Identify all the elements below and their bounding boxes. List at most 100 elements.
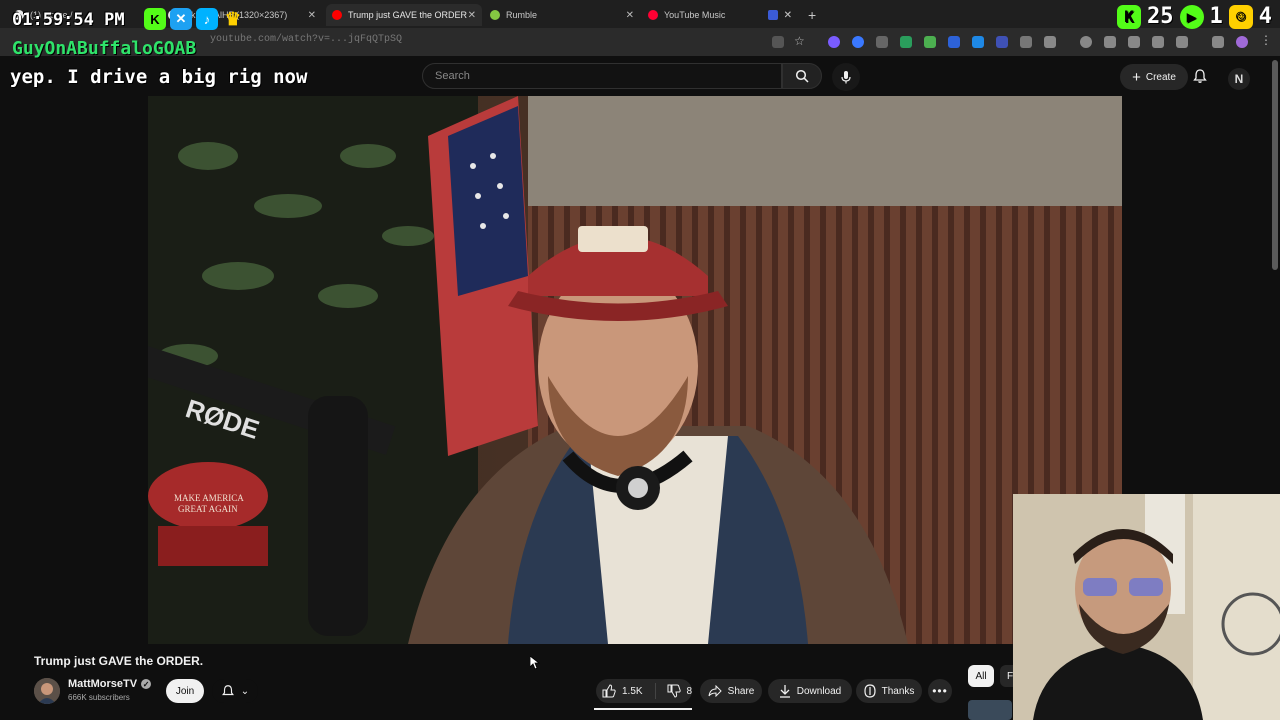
extension-icon[interactable] [876,36,888,48]
video-title: Trump just GAVE the ORDER. [34,654,204,668]
viewers-icon: ☺ [1228,4,1253,29]
rumble-favicon-icon [490,10,500,20]
hat-text: MAKE AMERICA [174,493,244,503]
dislike-button[interactable]: 8 [667,684,692,698]
extension-icon[interactable] [948,36,960,48]
notifications-button[interactable] [1192,68,1208,89]
menu-icon[interactable]: ⋮ [1260,33,1272,47]
like-button[interactable]: 1.5K [602,684,643,698]
tab-youtube-active[interactable]: Trump just GAVE the ORDER ✕ [326,4,482,26]
like-divider [654,683,656,699]
create-label: Create [1145,71,1176,83]
youtube-favicon-icon [332,10,342,20]
extension-icon[interactable] [900,36,912,48]
overlay-clock: 01:59:54 PM [12,10,125,30]
channel-avatar[interactable] [34,678,60,704]
super-thanks-icon [863,684,876,698]
tiktok-icon: ♪ [196,8,218,30]
viewer-count-other: 4 [1258,4,1272,29]
hat-text-line2: GREAT AGAIN [178,504,238,514]
thumbs-up-icon [602,684,616,698]
tab-extra[interactable]: ✕ [762,4,798,26]
extension-icon[interactable] [924,36,936,48]
bell-icon [221,685,234,696]
search-input[interactable]: Search [422,63,782,89]
tab-rumble[interactable]: Rumble ✕ [484,4,640,26]
subscription-bell-button[interactable]: ⌄ [212,679,258,703]
tab-label: Rumble [506,10,538,20]
code-icon[interactable] [1128,36,1140,48]
bell-icon [1193,69,1207,83]
voice-search-button[interactable] [832,63,860,91]
microphone-icon [841,71,851,84]
more-actions-button[interactable]: ••• [928,679,952,703]
download-label: Download [796,685,842,697]
join-button[interactable]: Join [166,679,204,703]
close-icon[interactable]: ✕ [784,10,792,21]
overlay-username: GuyOnABuffaloGOAB [12,38,197,59]
extension-icon[interactable] [972,36,984,48]
thanks-label: Thanks [881,685,915,697]
chevron-down-icon: ⌄ [240,685,250,697]
rumble-icon: ▶ [1179,4,1204,29]
close-icon[interactable]: ✕ [626,10,634,21]
overlay-icons: K ✕ ♪ ♛ [144,8,244,30]
cast-icon[interactable] [772,36,784,48]
share-button[interactable]: Share [700,679,762,703]
more-horizontal-icon: ••• [932,684,948,698]
puzzle-icon[interactable] [1044,36,1056,48]
dislike-count: 8 [686,685,692,697]
extension-icon[interactable] [1104,36,1116,48]
channel-name[interactable]: MattMorseTV [68,678,137,690]
webcam-image [1013,494,1280,720]
like-progress-bar [594,708,692,710]
channel-avatar-image [34,678,60,704]
download-button[interactable]: Download [768,679,852,703]
account-avatar[interactable]: N [1228,68,1250,90]
reader-icon[interactable] [1152,36,1164,48]
x-icon: ✕ [170,8,192,30]
page-scrollbar[interactable] [1272,60,1278,270]
related-video-thumbnail[interactable] [968,700,1012,720]
extension-icon[interactable] [1020,36,1032,48]
search-icon [795,69,809,83]
profile-icon[interactable] [1236,36,1248,48]
close-icon[interactable]: ✕ [468,10,476,21]
search-button[interactable] [782,63,822,89]
extension-icon[interactable] [996,36,1008,48]
url-field[interactable]: youtube.com/watch?v=...jqFqQTpSQ [210,34,402,45]
overlay-counters: K 25 ▶ 1 ☺ 4 [1117,4,1272,29]
youtube-music-favicon-icon [648,10,658,20]
extension-icon[interactable] [828,36,840,48]
download-icon[interactable] [1212,36,1224,48]
thumbs-down-icon [667,684,682,698]
like-dislike-group: 1.5K 8 [596,679,692,703]
overlay-chat-message: yep. I drive a big rig now [10,66,308,88]
new-tab-button[interactable]: + [802,4,822,26]
crown-icon: ♛ [224,8,242,29]
close-icon[interactable]: ✕ [308,10,316,21]
share-icon [708,685,722,697]
mouse-cursor-icon [529,655,541,675]
viewer-count-kick: 25 [1147,4,1174,29]
download-icon [779,685,790,698]
video-frame: RØDE MAKE AMERICA GREAT AGAIN [148,96,1122,644]
tab-label: Trump just GAVE the ORDER [348,10,468,20]
chip-all[interactable]: All [968,665,994,687]
kick-icon: K [144,8,166,30]
plus-icon: + [1132,68,1141,86]
like-count: 1.5K [622,685,643,697]
create-button[interactable]: + Create [1120,64,1188,90]
kick-icon: K [1117,4,1141,29]
screen: (1) Home / X GkN...cAlH5 (1320×2367) ✕ T… [0,0,1280,720]
extension-icon[interactable] [852,36,864,48]
verified-icon: ✓ [141,679,152,689]
history-icon[interactable] [1080,36,1092,48]
thanks-button[interactable]: Thanks [856,679,922,703]
video-player[interactable]: RØDE MAKE AMERICA GREAT AGAIN [148,96,1122,644]
channel-name-row[interactable]: MattMorseTV ✓ [68,678,152,690]
sidebar-icon[interactable] [1176,36,1188,48]
star-icon[interactable]: ☆ [794,34,806,48]
streamer-webcam [1013,494,1280,720]
share-label: Share [727,685,755,697]
